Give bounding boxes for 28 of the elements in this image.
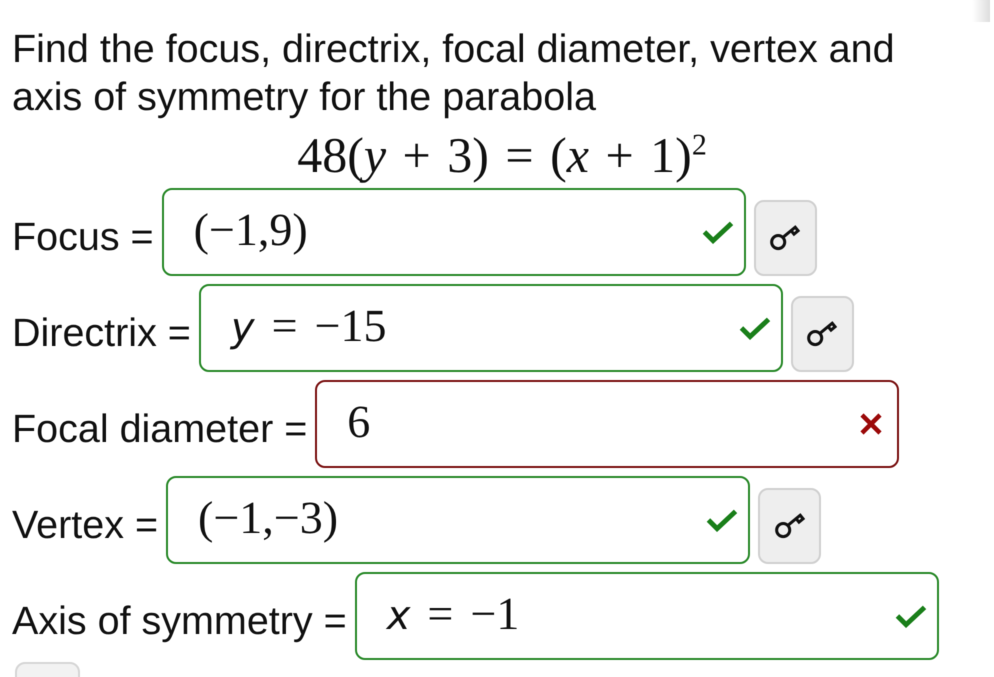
parabola-equation: 48(y + 3) = (x + 1)$^{2}$ [297, 127, 707, 183]
field-label: Vertex = [12, 502, 158, 548]
key-button[interactable] [790, 296, 854, 372]
check-icon [894, 604, 927, 628]
key-icon [807, 321, 838, 347]
answer-value: (−1,9) [194, 202, 309, 256]
check-icon [738, 316, 771, 340]
key-button[interactable] [758, 488, 822, 564]
answer-field[interactable]: (−1,−3) [166, 476, 750, 564]
question-text: Find the focus, directrix, focal diameter, vertex and axis of symmetry for the parabola [12, 26, 896, 121]
key-icon [770, 225, 800, 251]
key-icon [774, 513, 805, 539]
answer-value: x = −1 [386, 586, 520, 640]
check-icon [706, 508, 738, 532]
answer-field[interactable]: 6 [315, 380, 900, 468]
scrollbar-thumb [972, 0, 990, 22]
answer-field[interactable]: y = −15 [198, 284, 783, 372]
answer-value: 6 [347, 394, 372, 448]
field-label: Axis of symmetry = [12, 598, 347, 644]
key-button[interactable] [754, 200, 817, 276]
check-icon [702, 220, 734, 244]
answer-field[interactable]: x = −1 [354, 572, 939, 660]
field-label: Directrix = [12, 310, 191, 356]
field-label: Focus = [12, 214, 154, 260]
field-label: Focal diameter = [12, 406, 308, 452]
answer-field[interactable]: (−1,9) [162, 188, 746, 276]
answer-value: y = −15 [230, 298, 388, 352]
answer-value: (−1,−3) [198, 490, 340, 544]
